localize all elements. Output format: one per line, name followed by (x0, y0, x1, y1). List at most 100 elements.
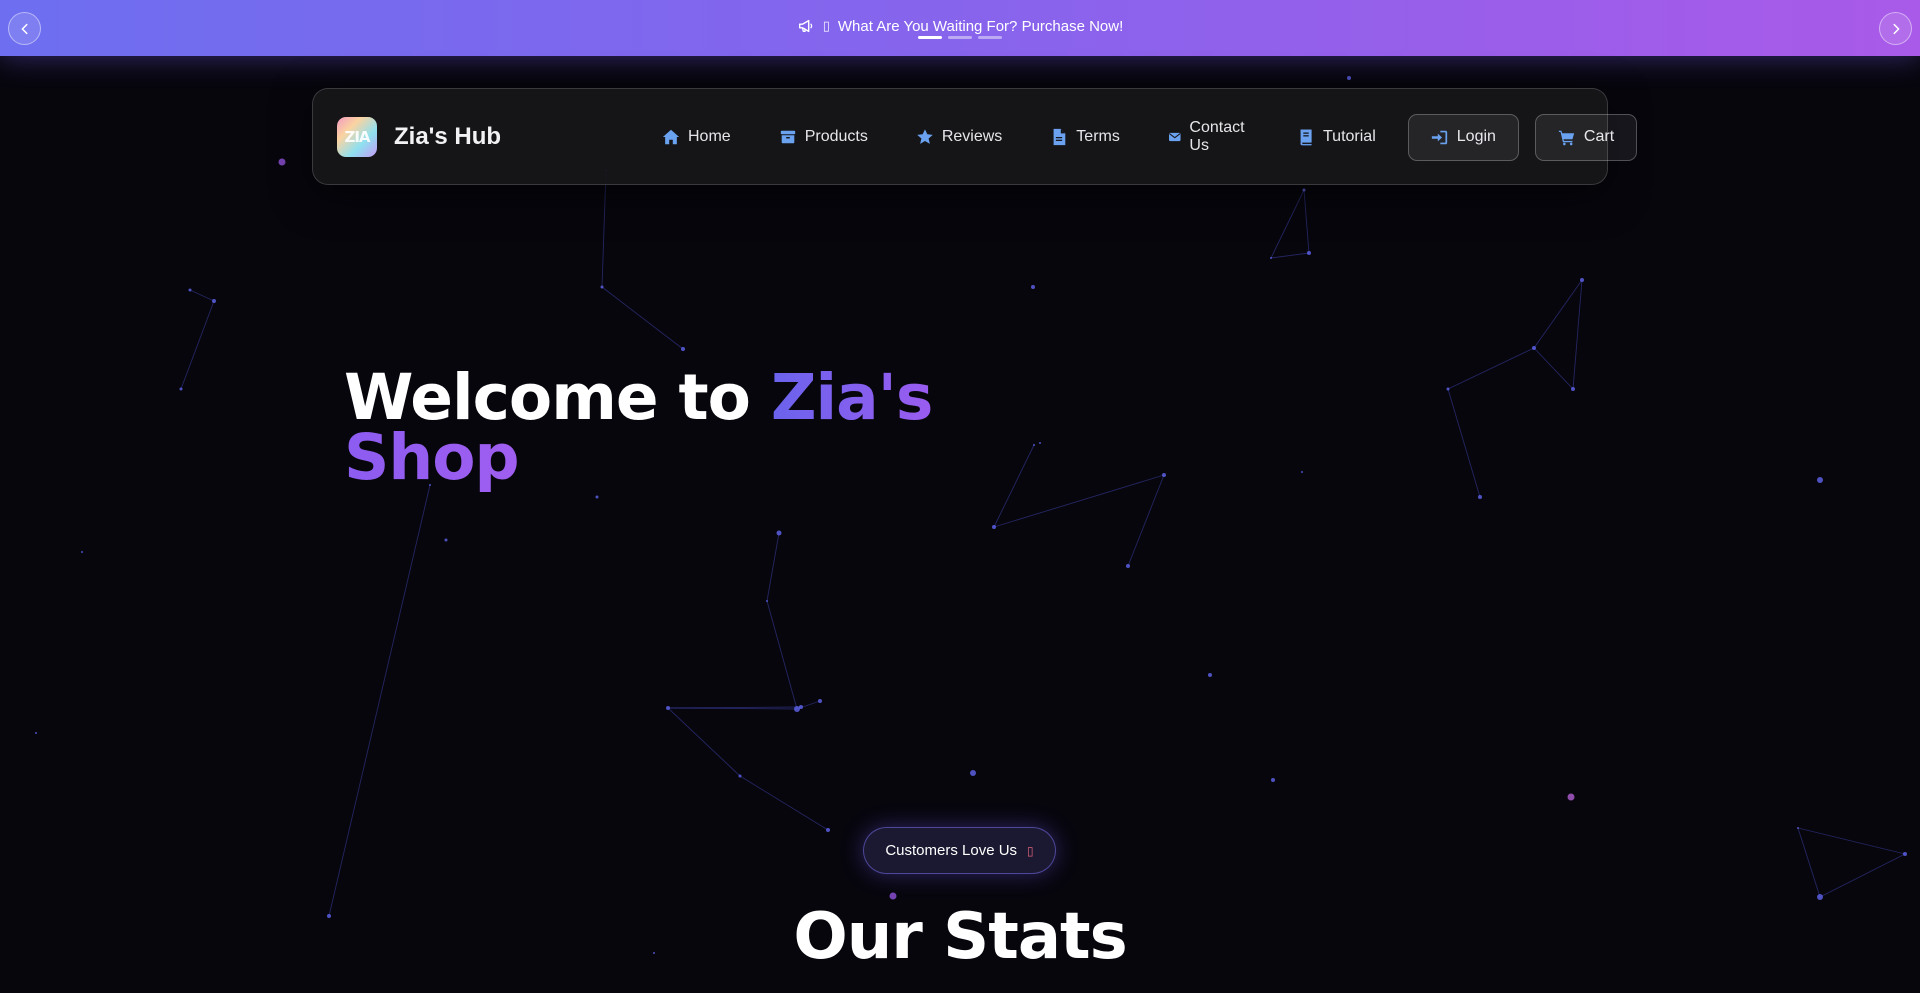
stats-section-title: Our Stats (793, 900, 1127, 974)
cart-label: Cart (1583, 128, 1615, 145)
announcement-pagination (918, 36, 1002, 39)
particle-dot (1567, 793, 1575, 801)
particle-link (667, 706, 802, 709)
particle-dot (992, 525, 996, 529)
particle-link (1270, 189, 1305, 259)
announcement-dot[interactable] (948, 36, 972, 39)
announcement-dot[interactable] (918, 36, 942, 39)
brand-logo: ZIA (337, 117, 377, 157)
particle-dot (1903, 852, 1907, 856)
nav-link-terms[interactable]: Terms (1026, 113, 1144, 161)
particle-link (766, 532, 780, 602)
particle-dot (1271, 778, 1275, 782)
particle-dot (1797, 827, 1799, 829)
particle-link (1533, 279, 1583, 349)
hero-title-accent: Zia's (770, 361, 934, 434)
particle-dot (766, 600, 768, 602)
sign-in-icon (1431, 130, 1447, 144)
particle-dot (818, 699, 822, 703)
announcement-content[interactable]: ▯ What Are You Waiting For? Purchase Now… (0, 17, 1920, 35)
envelope-icon (1168, 132, 1181, 142)
particle-link (739, 775, 829, 831)
hero-title-accent-second: Shop (344, 421, 520, 494)
home-icon (662, 129, 680, 145)
particle-dot (212, 299, 216, 303)
particle-dot (776, 530, 782, 536)
cart-icon (1558, 130, 1575, 145)
announcement-text: What Are You Waiting For? Purchase Now! (837, 17, 1124, 35)
particle-dot (1532, 346, 1536, 350)
particle-dot (188, 288, 192, 292)
nav-link-label: Terms (1076, 128, 1120, 145)
login-button[interactable]: Login (1407, 113, 1519, 161)
particle-dot (1302, 188, 1306, 192)
book-icon (1300, 129, 1312, 146)
particle-link (1127, 474, 1165, 567)
particle-link (1270, 252, 1310, 259)
particle-dot (81, 551, 83, 553)
nav-link-label: Reviews (941, 128, 1003, 145)
nav-link-tutorial[interactable]: Tutorial (1273, 113, 1400, 161)
cart-button[interactable]: Cart (1534, 113, 1638, 161)
particle-dot (1208, 673, 1212, 677)
nav-link-reviews[interactable]: Reviews (892, 113, 1026, 161)
particle-dot (600, 285, 604, 289)
document-icon (1053, 128, 1066, 146)
particle-dot (1580, 278, 1584, 282)
particle-dot (738, 774, 742, 778)
particle-dot (1307, 251, 1311, 255)
hero-title: Welcome to Zia's Shop (344, 366, 1044, 489)
particle-link (601, 169, 607, 288)
nav-link-contact[interactable]: Contact Us (1144, 113, 1273, 161)
particle-link (1447, 347, 1535, 390)
badge-label: Customers Love Us (885, 842, 1018, 859)
particle-dot (595, 495, 599, 499)
star-icon (917, 129, 933, 144)
announcement-glyph: ▯ (822, 18, 830, 33)
particle-dot (1347, 76, 1351, 80)
nav-link-products[interactable]: Products (755, 113, 892, 161)
particle-dot (1162, 473, 1166, 477)
particle-dot (1478, 495, 1482, 499)
particle-link (1819, 853, 1906, 898)
nav-links: Home Products Reviews Terms Contact Us T… (638, 113, 1638, 161)
particle-link (1447, 388, 1481, 498)
particle-link (667, 707, 741, 777)
announcement-bar: ▯ What Are You Waiting For? Purchase Now… (0, 0, 1920, 56)
nav-link-label: Home (688, 128, 731, 145)
heart-icon: ▯ (1027, 843, 1034, 858)
particle-dot (444, 538, 448, 542)
particle-dot (1270, 257, 1272, 259)
chevron-right-icon (1892, 23, 1899, 34)
particle-link (180, 300, 215, 390)
particle-link (1797, 827, 1821, 898)
particle-dot (1817, 477, 1823, 483)
particle-link (601, 286, 684, 350)
particle-link (328, 484, 431, 917)
customers-love-us-badge: Customers Love Us ▯ (863, 827, 1056, 874)
particle-dot (1446, 387, 1450, 391)
particle-dot (1571, 387, 1575, 391)
particle-link (766, 600, 798, 710)
box-icon (780, 130, 795, 144)
particle-dot (1301, 471, 1303, 473)
nav-link-label: Contact Us (1189, 119, 1245, 154)
nav-link-home[interactable]: Home (638, 113, 755, 161)
particle-dot (1126, 564, 1130, 568)
particle-dot (889, 892, 897, 900)
particle-dot (666, 706, 670, 710)
particle-dot (799, 705, 803, 709)
particle-link (189, 289, 215, 302)
nav-link-label: Products (804, 128, 868, 145)
particle-link (1797, 827, 1906, 855)
particle-dot (1031, 285, 1035, 289)
logo-text: ZIA (344, 128, 370, 146)
login-label: Login (1456, 128, 1496, 145)
particle-dot (35, 732, 37, 734)
announcement-next-button[interactable] (1879, 12, 1912, 45)
brand[interactable]: ZIA Zia's Hub (337, 117, 501, 157)
particle-link (1533, 347, 1574, 390)
page: ▯ What Are You Waiting For? Purchase Now… (0, 0, 1920, 993)
particle-dot (826, 828, 830, 832)
announcement-dot[interactable] (978, 36, 1002, 39)
